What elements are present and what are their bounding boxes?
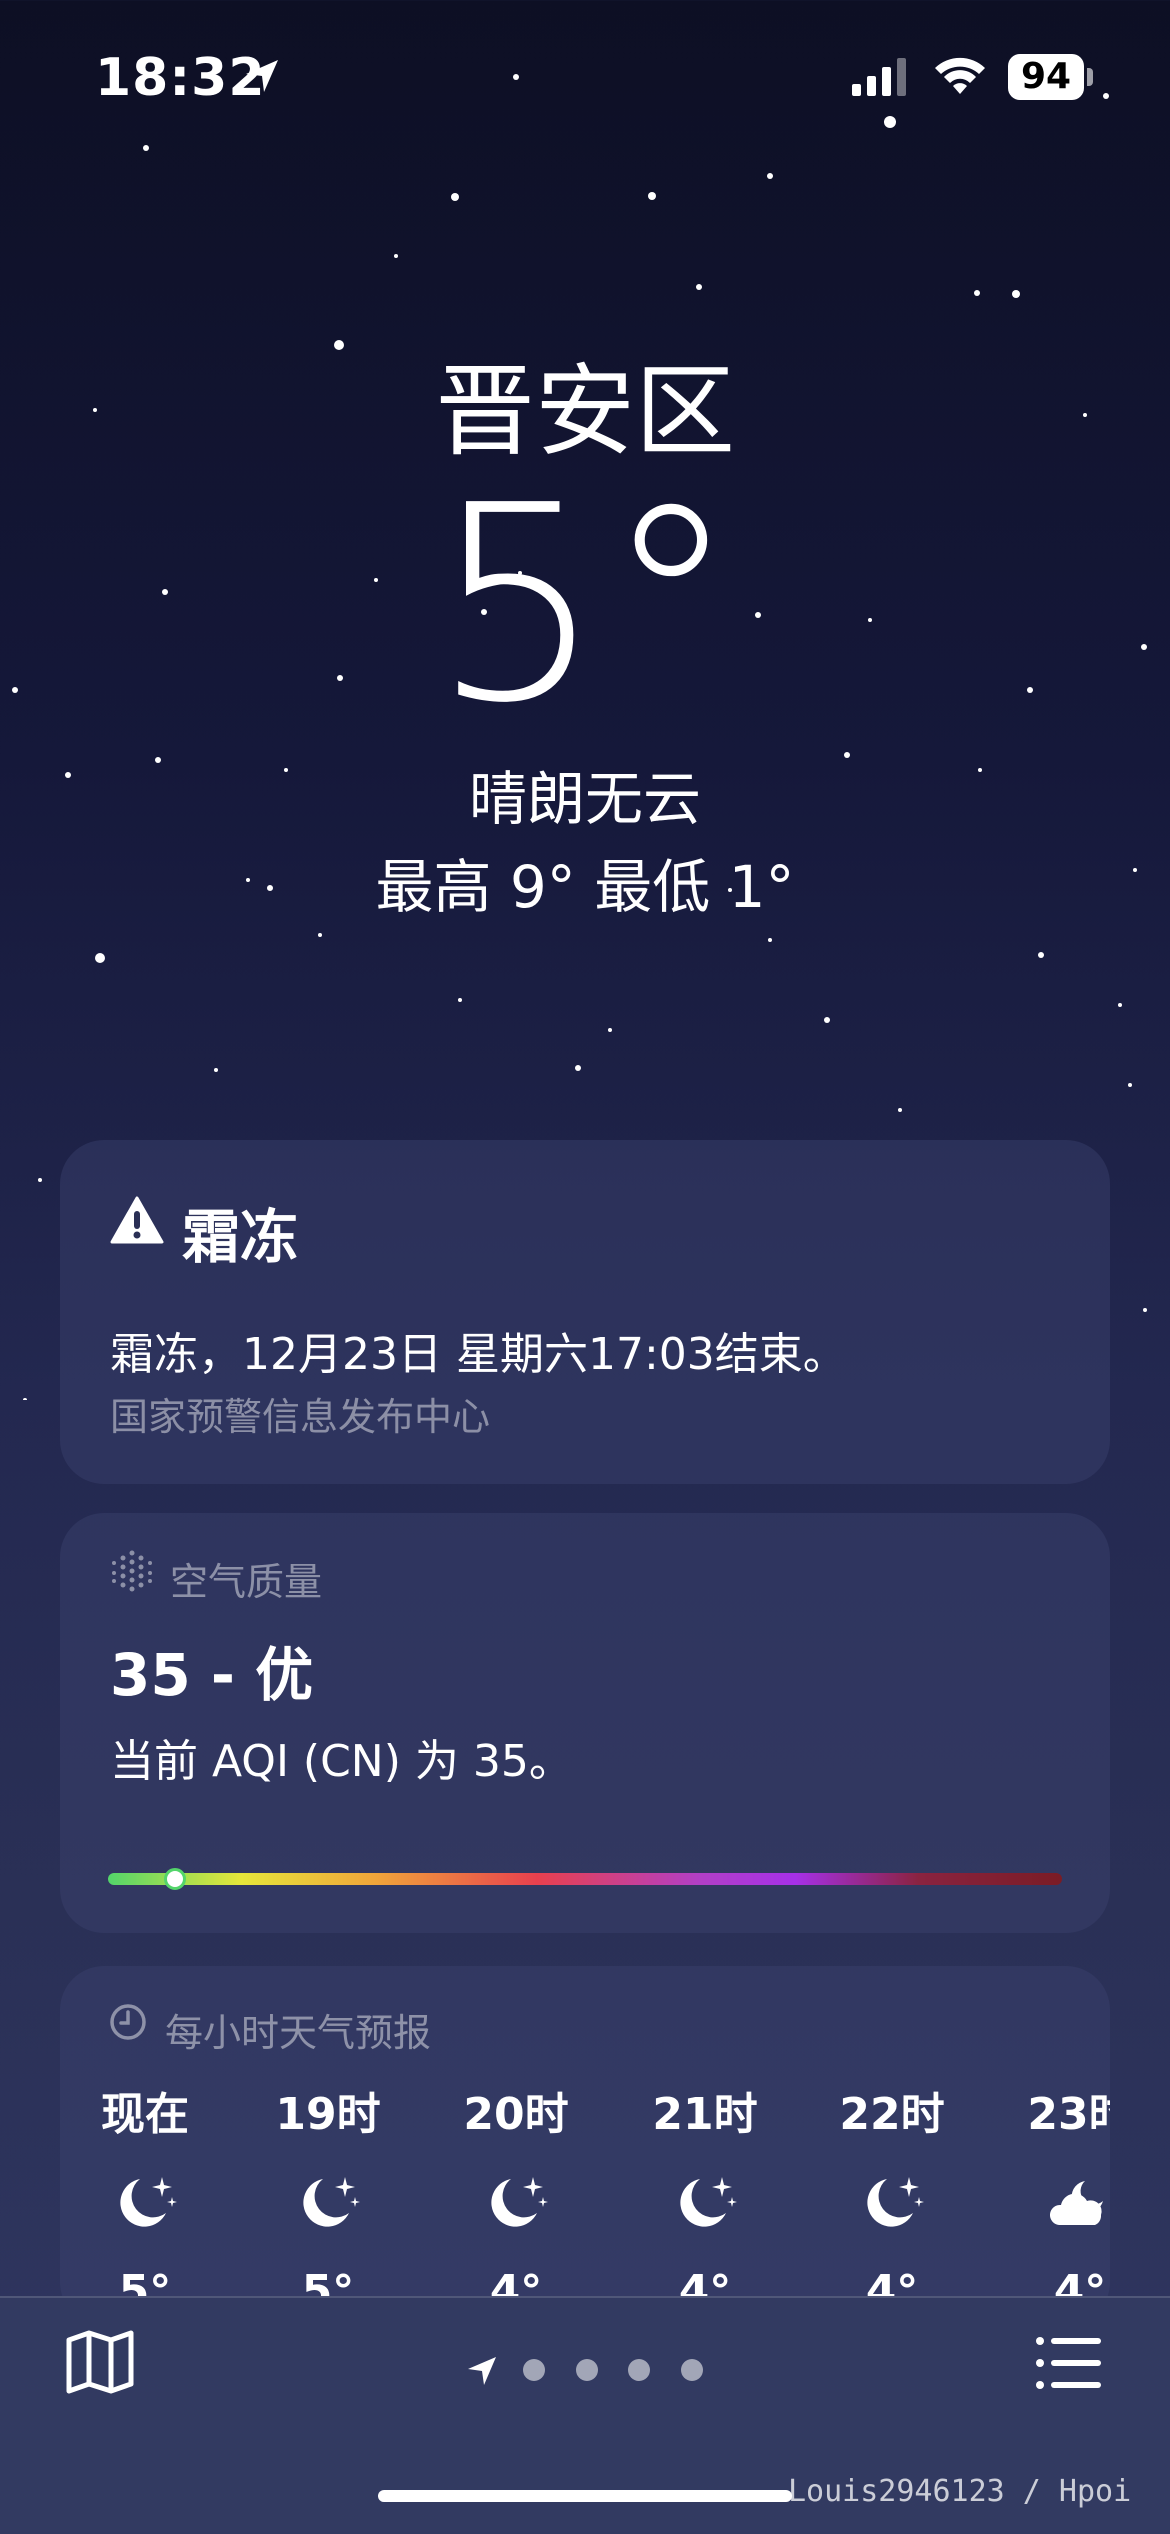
air-quality-card[interactable]: 空气质量 35 - 优 当前 AQI (CN) 为 35。 [60,1513,1110,1933]
cellular-signal-icon [852,58,906,96]
watermark: Louis2946123 / Hpoi [788,2474,1132,2509]
clock-icon [110,2004,146,2040]
alert-source: 国家预警信息发布中心 [110,1395,491,1439]
page-dot[interactable] [628,2359,650,2381]
wifi-icon [935,57,985,94]
city-list-icon[interactable] [1035,2335,1103,2391]
aqi-level-marker [163,1868,186,1890]
page-dot[interactable] [523,2359,545,2381]
page-indicator[interactable] [460,2345,720,2395]
aqi-description: 当前 AQI (CN) 为 35。 [110,1736,573,1787]
map-icon[interactable] [65,2330,135,2394]
moon-stars-icon [491,2177,548,2227]
hour-label: 23时 [1027,2089,1110,2140]
moon-stars-icon [867,2177,924,2227]
hour-label: 现在 [101,2089,189,2140]
location-arrow-icon [468,2357,496,2385]
page-dot[interactable] [681,2359,703,2381]
aqi-scale-bar [108,1873,1062,1885]
high-low-temperature: 最高 9° 最低 1° [375,853,795,921]
hour-label: 21时 [652,2089,758,2140]
alert-title: 霜冻 [110,1190,298,1274]
current-temperature: 5° [431,447,739,762]
moon-stars-icon [680,2177,737,2227]
hour-label: 19时 [275,2089,381,2140]
air-quality-icon [112,1550,152,1592]
hour-label: 20时 [463,2089,569,2140]
weather-condition: 晴朗无云 [468,765,701,833]
aqi-header: 空气质量 [170,1560,323,1604]
home-indicator[interactable] [378,2490,792,2502]
alert-body: 霜冻，12月23日 星期六17:03结束。 [110,1329,847,1380]
moon-stars-icon [303,2177,360,2227]
battery-indicator: 94 [1008,54,1084,100]
hourly-header: 每小时天气预报 [165,2011,432,2055]
page-dot[interactable] [576,2359,598,2381]
battery-tip [1087,68,1093,86]
moon-stars-icon [120,2177,177,2227]
frost-alert-card[interactable]: 霜冻 霜冻，12月23日 星期六17:03结束。 国家预警信息发布中心 [60,1140,1110,1484]
cloud-moon-icon [1049,2181,1103,2225]
hourly-forecast-card[interactable]: 每小时天气预报 现在 5° 19时 5° 20时 4° 21时 4° 22时 4… [60,1966,1110,2326]
status-time: 18:32 [95,48,266,108]
location-arrow-icon [246,60,278,92]
status-bar: 18:32 94 [0,0,1170,140]
hour-label: 22时 [839,2089,945,2140]
alert-title-text: 霜冻 [182,1203,299,1271]
aqi-value: 35 - 优 [110,1641,314,1709]
